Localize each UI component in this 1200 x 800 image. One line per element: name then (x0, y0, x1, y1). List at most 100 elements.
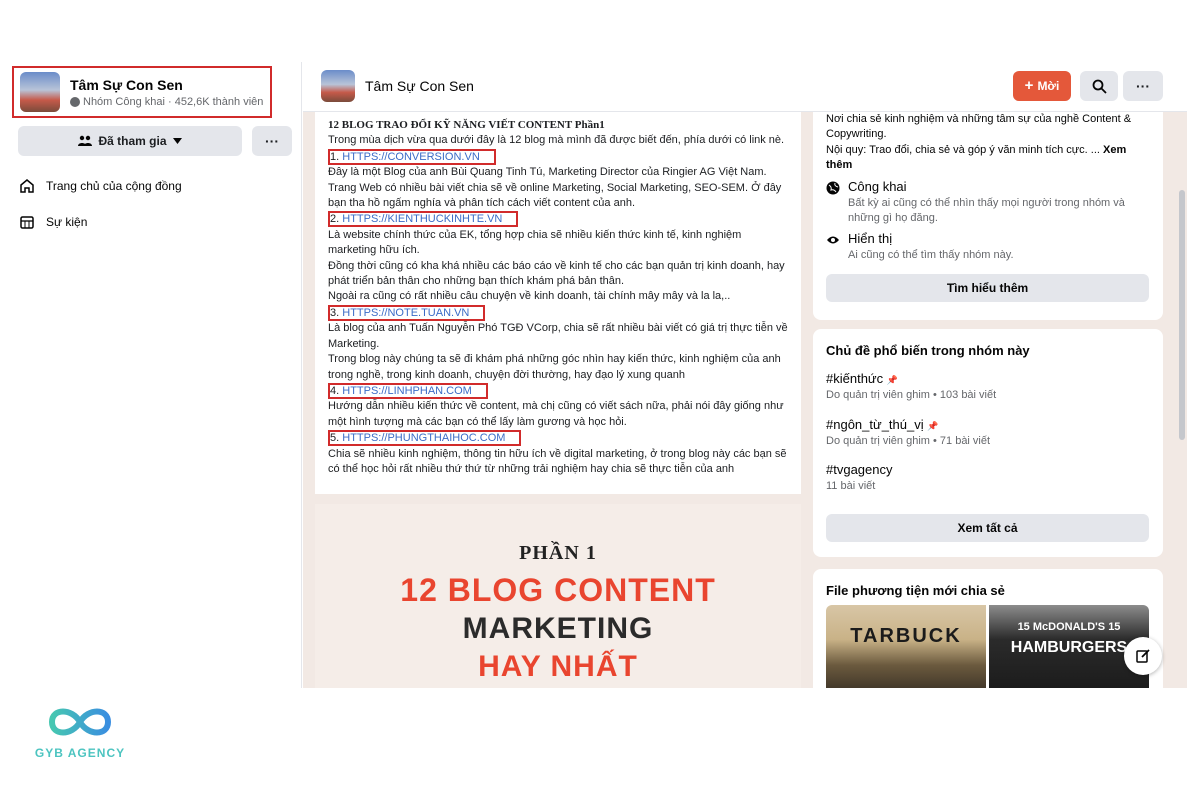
globe-icon (70, 96, 80, 107)
media-2-top-text: 15 McDONALD'S 15 (1017, 621, 1121, 633)
topic-meta: Do quản trị viên ghim • 71 bài viết (826, 435, 991, 447)
eye-icon (827, 236, 839, 244)
sidebar-item-community-home[interactable]: Trang chủ của cộng đồng (18, 177, 182, 195)
popular-topics-card: Chủ đề phổ biến trong nhóm này #kiếnthức… (813, 329, 1163, 557)
sidebar-item-label: Trang chủ của cộng đồng (46, 179, 182, 193)
group-name[interactable]: Tâm Sự Con Sen (70, 77, 263, 93)
public-row: Công khai Bất kỳ ai cũng có thể nhìn thấ… (826, 179, 1151, 226)
blog-link[interactable]: HTTPS://NOTE.TUAN.VN (342, 307, 469, 319)
learn-more-button[interactable]: Tìm hiểu thêm (826, 274, 1149, 302)
post-paragraph: Hướng dẫn nhiều kiến thức về content, mà… (328, 400, 784, 428)
post-paragraph: Đồng thời cũng có kha khá nhiều các báo … (328, 259, 785, 288)
link-box-5: 5. HTTPS://PHUNGTHAIHOC.COM (328, 430, 522, 447)
post-paragraph: Là website chính thức của EK, tổng hợp c… (328, 228, 742, 257)
blog-link[interactable]: HTTPS://KIENTHUCKINHTE.VN (342, 213, 502, 225)
link-number: 3. (330, 306, 340, 319)
rules-text: Nội quy: Trao đổi, chia sẻ và góp ý văn … (826, 144, 1100, 156)
group-meta-text: Nhóm Công khai · 452,6K thành viên (83, 95, 264, 108)
topbar-group-avatar (321, 70, 355, 102)
post-body: 12 BLOG TRAO ĐỔI KỸ NĂNG VIẾT CONTENT Ph… (328, 118, 788, 477)
group-topbar: Tâm Sự Con Sen + Mời ··· (303, 62, 1187, 112)
post-paragraph: Chia sẽ nhiều kinh nghiệm, thông tin hữu… (328, 447, 787, 475)
topics-title: Chủ đề phổ biến trong nhóm này (826, 343, 1030, 358)
invite-button[interactable]: + Mời (1013, 71, 1071, 101)
link-number: 4. (330, 384, 340, 397)
image-headline-2: MARKETING (462, 612, 654, 645)
group-meta: Nhóm Công khai · 452,6K thành viên (70, 96, 263, 108)
search-button[interactable] (1080, 71, 1118, 101)
blog-link[interactable]: HTTPS://LINHPHAN.COM (342, 385, 472, 397)
about-rules: Nội quy: Trao đổi, chia sẻ và góp ý văn … (826, 143, 1151, 173)
link-number: 1. (330, 150, 340, 163)
media-thumbnail-1[interactable]: TARBUCK (826, 605, 986, 688)
topic-item[interactable]: #tvgagency 11 bài viết (826, 462, 893, 492)
public-title: Công khai (848, 179, 907, 194)
group-header[interactable]: Tâm Sự Con Sen Nhóm Công khai · 452,6K t… (12, 66, 272, 118)
members-icon (78, 135, 93, 146)
sidebar-more-button[interactable]: ··· (252, 126, 292, 156)
image-part-label: PHẦN 1 (519, 542, 597, 564)
media-title: File phương tiện mới chia sẻ (826, 583, 1005, 598)
visible-row: Hiển thị Ai cũng có thể tìm thấy nhóm nà… (826, 231, 1151, 263)
public-description: Bất kỳ ai cũng có thể nhìn thấy mọi ngườ… (848, 197, 1125, 224)
visible-title: Hiển thị (848, 231, 893, 246)
link-box-2: 2. HTTPS://KIENTHUCKINHTE.VN (328, 211, 519, 228)
calendar-icon (18, 213, 36, 231)
link-number: 5. (330, 432, 340, 445)
link-box-1: 1. HTTPS://CONVERSION.VN (328, 148, 496, 165)
about-description: Nơi chia sẻ kinh nghiệm và những tâm sự … (826, 113, 1132, 140)
post-card: 12 BLOG TRAO ĐỔI KỸ NĂNG VIẾT CONTENT Ph… (315, 112, 801, 688)
topic-meta: Do quản trị viên ghim • 103 bài viết (826, 389, 997, 401)
blog-link[interactable]: HTTPS://CONVERSION.VN (342, 151, 480, 163)
see-all-button[interactable]: Xem tất cả (826, 514, 1149, 542)
media-card: File phương tiện mới chia sẻ TARBUCK 15 … (813, 569, 1163, 688)
infinity-logo-icon (48, 708, 112, 736)
screenshot-frame: Tâm Sự Con Sen Nhóm Công khai · 452,6K t… (0, 0, 1200, 800)
plus-icon: + (1024, 77, 1034, 94)
sidebar-item-label: Sự kiện (46, 215, 88, 229)
edit-icon (1136, 649, 1150, 663)
link-box-3: 3. HTTPS://NOTE.TUAN.VN (328, 304, 486, 321)
post-paragraph: Trong blog này chúng ta sẽ đi khám phá n… (328, 353, 781, 381)
post-paragraph: Ngoài ra cũng có rất nhiều câu chuyện về… (328, 290, 731, 303)
search-icon (1092, 79, 1107, 94)
topic-tag-text: #kiếnthức (826, 371, 884, 386)
post-paragraph: Đây là một Blog của anh Bùi Quang Tinh T… (328, 166, 782, 210)
caret-down-icon (172, 138, 182, 144)
new-post-button[interactable] (1124, 637, 1162, 675)
post-image[interactable]: PHẦN 1 12 BLOG CONTENT MARKETING HAY NHẤ… (315, 504, 801, 688)
sidebar-item-events[interactable]: Sự kiện (18, 213, 87, 231)
topic-tag: #tvgagency (826, 462, 893, 477)
group-avatar (20, 72, 60, 112)
link-box-4: 4. HTTPS://LINHPHAN.COM (328, 382, 488, 399)
link-number: 2. (330, 213, 340, 226)
post-intro: Trong mùa dịch vừa qua dưới đây là 12 bl… (328, 134, 785, 147)
topic-tag-text: #ngôn_từ_thú_vị (826, 417, 924, 432)
topbar-more-button[interactable]: ··· (1123, 71, 1163, 101)
visible-description: Ai cũng có thể tìm thấy nhóm này. (848, 249, 1014, 261)
about-card: Nơi chia sẻ kinh nghiệm và những tâm sự … (813, 112, 1163, 320)
agency-logo: GYB AGENCY (30, 700, 140, 770)
media-1-text: TARBUCK (850, 625, 962, 647)
joined-button[interactable]: Đã tham gia (18, 126, 242, 156)
topic-tag: #kiếnthức 📌 (826, 371, 996, 386)
topic-meta: 11 bài viết (826, 480, 876, 492)
left-sidebar: Tâm Sự Con Sen Nhóm Công khai · 452,6K t… (0, 62, 302, 688)
right-scrollbar[interactable] (1179, 190, 1185, 440)
pin-icon: 📌 (886, 375, 898, 385)
topbar-title[interactable]: Tâm Sự Con Sen (365, 78, 474, 94)
pin-icon: 📌 (927, 421, 939, 431)
topic-item[interactable]: #kiếnthức 📌 Do quản trị viên ghim • 103 … (826, 371, 996, 401)
blog-link[interactable]: HTTPS://PHUNGTHAIHOC.COM (342, 432, 505, 444)
image-headline-1: 12 BLOG CONTENT (400, 572, 716, 608)
image-headline-3: HAY NHẤT (478, 650, 638, 683)
post-title: 12 BLOG TRAO ĐỔI KỸ NĂNG VIẾT CONTENT Ph… (328, 119, 605, 131)
topic-tag: #ngôn_từ_thú_vị 📌 (826, 417, 990, 432)
home-icon (18, 177, 36, 195)
topic-item[interactable]: #ngôn_từ_thú_vị 📌 Do quản trị viên ghim … (826, 417, 990, 447)
logo-text: GYB AGENCY (34, 746, 126, 760)
media-thumbnail-2[interactable]: 15 McDONALD'S 15 HAMBURGERS (989, 605, 1149, 688)
joined-label: Đã tham gia (98, 134, 167, 148)
globe-icon (826, 181, 840, 195)
invite-label: Mời (1037, 79, 1060, 93)
